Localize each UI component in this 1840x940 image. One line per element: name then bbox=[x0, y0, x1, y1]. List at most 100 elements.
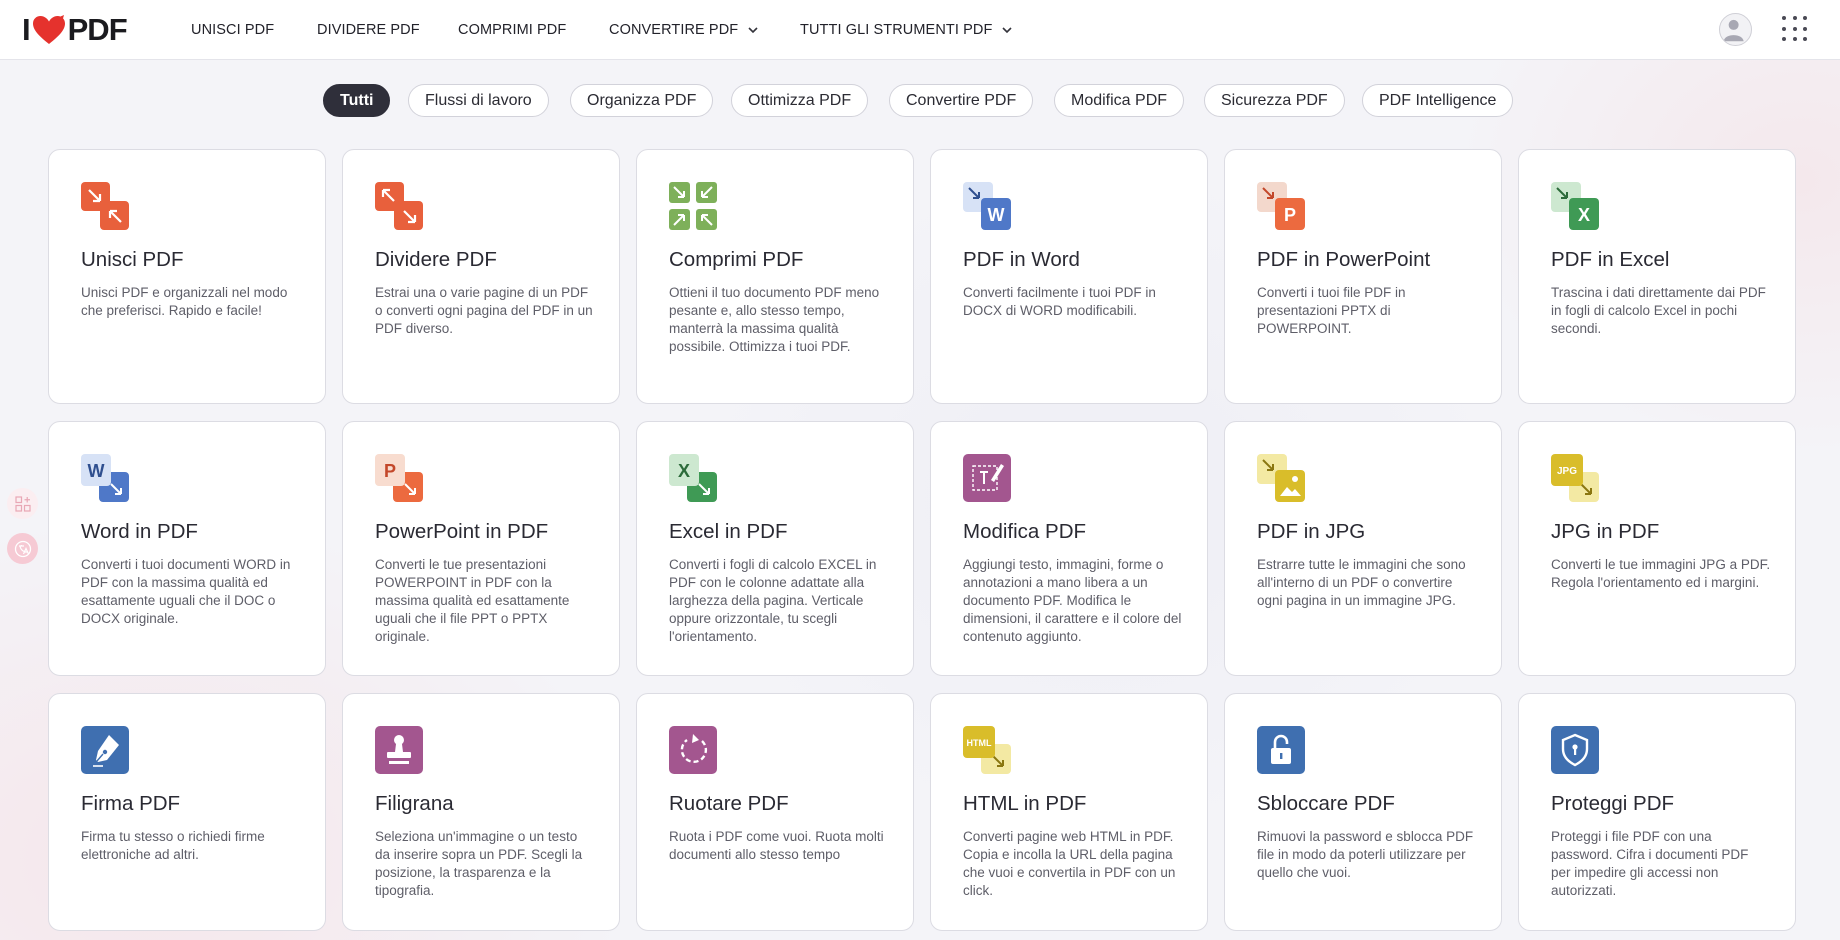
tool-title: Proteggi PDF bbox=[1551, 792, 1675, 815]
tool-title: HTML in PDF bbox=[963, 792, 1087, 815]
tool-title: Excel in PDF bbox=[669, 520, 788, 543]
nav-comprimi-pdf[interactable]: COMPRIMI PDF bbox=[458, 0, 566, 60]
tool-card-excel-in-pdf[interactable]: X Excel in PDF Converti i fogli di calco… bbox=[636, 421, 914, 676]
excel-icon: X bbox=[1551, 182, 1599, 230]
filter-organizza-pdf[interactable]: Organizza PDF bbox=[570, 84, 714, 117]
jpg-icon: JPG bbox=[1551, 454, 1599, 502]
tool-card-pdf-in-jpg[interactable]: PDF in JPG Estrarre tutte le immagini ch… bbox=[1224, 421, 1502, 676]
tool-card-modifica-pdf[interactable]: Modifica PDF Aggiungi testo, immagini, f… bbox=[930, 421, 1208, 676]
nav-tutti-strumenti-dropdown[interactable]: TUTTI GLI STRUMENTI PDF bbox=[800, 0, 1013, 60]
nav-label: CONVERTIRE PDF bbox=[609, 22, 739, 38]
heart-icon bbox=[32, 15, 65, 44]
filter-tutti[interactable]: Tutti bbox=[323, 84, 391, 117]
tool-card-word-in-pdf[interactable]: W Word in PDF Converti i tuoi documenti … bbox=[48, 421, 326, 676]
tool-card-dividere-pdf[interactable]: Dividere PDF Estrai una o varie pagine d… bbox=[342, 149, 620, 404]
filter-label: Ottimizza PDF bbox=[748, 91, 852, 109]
filter-ottimizza-pdf[interactable]: Ottimizza PDF bbox=[731, 84, 869, 117]
html-icon: HTML bbox=[963, 726, 1011, 774]
tool-title: Modifica PDF bbox=[963, 520, 1087, 543]
apps-grid-button[interactable] bbox=[1782, 16, 1808, 42]
translate-icon bbox=[14, 540, 31, 557]
stamp-icon bbox=[375, 726, 423, 774]
tool-title: PDF in PowerPoint bbox=[1257, 248, 1431, 271]
nav-convertire-pdf-dropdown[interactable]: CONVERTIRE PDF bbox=[609, 0, 759, 60]
svg-text:HTML: HTML bbox=[967, 738, 992, 748]
filter-pdf-intelligence[interactable]: PDF Intelligence bbox=[1362, 84, 1514, 117]
tool-title: Comprimi PDF bbox=[669, 248, 804, 271]
chevron-down-icon bbox=[1002, 27, 1012, 34]
filter-convertire-pdf[interactable]: Convertire PDF bbox=[889, 84, 1034, 117]
tool-card-html-in-pdf[interactable]: HTML HTML in PDF Converti pagine web HTM… bbox=[930, 693, 1208, 931]
svg-text:P: P bbox=[1284, 205, 1296, 225]
tool-description: Aggiungi testo, immagini, forme o annota… bbox=[963, 557, 1182, 644]
svg-text:X: X bbox=[1578, 205, 1590, 225]
rotate-icon bbox=[669, 726, 717, 774]
unlock-icon bbox=[1257, 726, 1305, 774]
word-icon: W bbox=[81, 454, 129, 502]
tool-description: Converti le tue immagini JPG a PDF. Rego… bbox=[1551, 557, 1771, 590]
nav-unisci-pdf[interactable]: UNISCI PDF bbox=[191, 0, 274, 60]
ilovepdf-logo[interactable]: I PDF bbox=[22, 12, 128, 47]
edit-icon bbox=[963, 454, 1011, 502]
tool-card-proteggi-pdf[interactable]: Proteggi PDF Proteggi i file PDF con una… bbox=[1518, 693, 1796, 931]
tool-description: Ottieni il tuo documento PDF meno pesant… bbox=[669, 285, 880, 354]
tool-title: Dividere PDF bbox=[375, 248, 497, 271]
tool-card-jpg-in-pdf[interactable]: JPG JPG in PDF Converti le tue immagini … bbox=[1518, 421, 1796, 676]
user-avatar-button[interactable] bbox=[1719, 13, 1752, 46]
chevron-down-icon bbox=[748, 27, 758, 34]
image-icon bbox=[1257, 454, 1305, 502]
tool-card-unisci-pdf[interactable]: Unisci PDF Unisci PDF e organizzali nel … bbox=[48, 149, 326, 404]
logo-text-right: PDF bbox=[67, 12, 128, 47]
filter-label: Sicurezza PDF bbox=[1221, 91, 1328, 109]
tool-card-pdf-in-excel[interactable]: X PDF in Excel Trascina i dati direttame… bbox=[1518, 149, 1796, 404]
tool-title: Word in PDF bbox=[81, 520, 198, 543]
svg-text:P: P bbox=[384, 461, 396, 481]
user-icon bbox=[1723, 19, 1744, 42]
tool-description: Trascina i dati direttamente dai PDF in … bbox=[1551, 285, 1766, 336]
tool-description: Converti i tuoi documenti WORD in PDF co… bbox=[81, 557, 291, 626]
filter-sicurezza-pdf[interactable]: Sicurezza PDF bbox=[1204, 84, 1345, 117]
side-widget-apps[interactable] bbox=[7, 488, 38, 519]
filter-label: Convertire PDF bbox=[906, 91, 1017, 109]
filter-label: PDF Intelligence bbox=[1379, 91, 1497, 109]
tool-description: Firma tu stesso o richiedi firme elettro… bbox=[81, 829, 265, 862]
tool-title: Sbloccare PDF bbox=[1257, 792, 1395, 815]
filter-modifica-pdf[interactable]: Modifica PDF bbox=[1054, 84, 1185, 117]
filter-flussi-di-lavoro[interactable]: Flussi di lavoro bbox=[408, 84, 549, 117]
nav-dividere-pdf[interactable]: DIVIDERE PDF bbox=[317, 0, 420, 60]
top-navbar: I PDF UNISCI PDF DIVIDERE PDF COMPRIMI P… bbox=[0, 0, 1840, 60]
nav-label: TUTTI GLI STRUMENTI PDF bbox=[800, 22, 993, 38]
tool-card-pdf-in-word[interactable]: W PDF in Word Converti facilmente i tuoi… bbox=[930, 149, 1208, 404]
tool-description: Estrarre tutte le immagini che sono all'… bbox=[1257, 557, 1466, 608]
tool-card-powerpoint-in-pdf[interactable]: P PowerPoint in PDF Converti le tue pres… bbox=[342, 421, 620, 676]
svg-text:W: W bbox=[988, 205, 1005, 225]
svg-text:JPG: JPG bbox=[1557, 466, 1577, 477]
tool-card-ruotare-pdf[interactable]: Ruotare PDF Ruota i PDF come vuoi. Ruota… bbox=[636, 693, 914, 931]
side-widget-translate[interactable] bbox=[7, 533, 38, 564]
excel-icon: X bbox=[669, 454, 717, 502]
widget-grid-icon bbox=[14, 495, 31, 512]
tool-description: Converti i fogli di calcolo EXCEL in PDF… bbox=[669, 557, 877, 644]
filter-label: Flussi di lavoro bbox=[425, 91, 532, 109]
tool-card-firma-pdf[interactable]: Firma PDF Firma tu stesso o richiedi fir… bbox=[48, 693, 326, 931]
tool-description: Unisci PDF e organizzali nel modo che pr… bbox=[81, 285, 288, 318]
tool-card-sbloccare-pdf[interactable]: Sbloccare PDF Rimuovi la password e sblo… bbox=[1224, 693, 1502, 931]
shield-icon bbox=[1551, 726, 1599, 774]
filter-label: Tutti bbox=[340, 91, 374, 109]
tool-card-filigrana[interactable]: Filigrana Seleziona un'immagine o un tes… bbox=[342, 693, 620, 931]
tool-description: Rimuovi la password e sblocca PDF file i… bbox=[1257, 829, 1474, 880]
tool-card-pdf-in-powerpoint[interactable]: P PDF in PowerPoint Converti i tuoi file… bbox=[1224, 149, 1502, 404]
tool-title: Filigrana bbox=[375, 792, 454, 815]
tool-description: Proteggi i file PDF con una password. Ci… bbox=[1551, 829, 1749, 898]
filter-label: Modifica PDF bbox=[1071, 91, 1168, 109]
nav-label: UNISCI PDF bbox=[191, 22, 275, 38]
tool-title: PowerPoint in PDF bbox=[375, 520, 549, 543]
tool-description: Converti le tue presentazioni POWERPOINT… bbox=[375, 557, 570, 644]
tool-card-comprimi-pdf[interactable]: Comprimi PDF Ottieni il tuo documento PD… bbox=[636, 149, 914, 404]
tool-description: Converti facilmente i tuoi PDF in DOCX d… bbox=[963, 285, 1156, 318]
split-icon bbox=[375, 182, 423, 230]
svg-text:X: X bbox=[678, 461, 690, 481]
svg-text:W: W bbox=[88, 461, 105, 481]
tool-description: Converti pagine web HTML in PDF. Copia e… bbox=[963, 829, 1176, 898]
compress-icon bbox=[669, 182, 717, 230]
